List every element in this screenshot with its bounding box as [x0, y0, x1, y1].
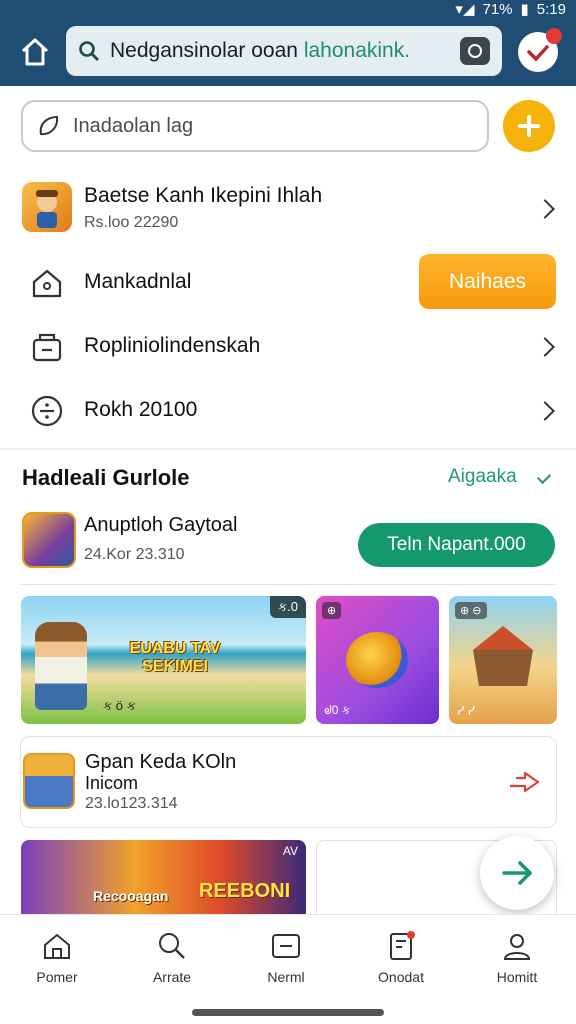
hut-artwork [473, 626, 533, 686]
home-icon [44, 933, 70, 959]
secondary-search-input[interactable]: Inadaolan lag [21, 100, 489, 152]
game-subtitle: 23.lo123.314 [85, 795, 178, 812]
nav-home[interactable]: Pomer [12, 929, 102, 999]
game-tag: Inicom [85, 773, 139, 793]
share-arrow-icon[interactable] [507, 771, 541, 793]
reports-title: Ropliniolindenskah [84, 334, 261, 357]
reports-row[interactable]: Ropliniolindenskah [0, 314, 576, 378]
search-icon [79, 41, 99, 61]
banner-footer: ᖙ0 ક [324, 703, 351, 717]
orange-game-banner[interactable]: ⊕ ⊖ ᓯ ᓯ [449, 596, 557, 724]
status-bar: ▾◢ 71% ▮ 5:19 [0, 0, 576, 18]
nav-messages[interactable]: Nerml [241, 929, 331, 999]
banner-badge: ક.0 [269, 596, 306, 618]
nav-documents-label: Onodat [378, 969, 424, 985]
game-subtitle: 24.Kor 23.310 [84, 546, 185, 563]
rokh-row[interactable]: Rokh 20100 [0, 378, 576, 442]
message-icon [272, 934, 300, 958]
house-icon [22, 258, 72, 308]
section-see-all-link[interactable]: Aigaaka [448, 466, 517, 488]
battery-icon: ▮ [520, 1, 529, 18]
forward-fab[interactable] [480, 836, 554, 910]
nav-search[interactable]: Arrate [127, 929, 217, 999]
nav-profile-label: Homitt [496, 969, 538, 985]
battery-level: 71% [482, 0, 513, 18]
promo-banner[interactable]: AV Recooagan REEBONI [21, 840, 306, 920]
document-icon [390, 931, 415, 960]
market-action-button[interactable]: Naihaes [419, 254, 556, 309]
account-balance: Rs.loo 22290 [84, 214, 179, 231]
row-divider [20, 584, 556, 585]
top-search-bar[interactable]: Nedgansinolar ooan lahonakink. [66, 26, 502, 76]
join-game-button[interactable]: Teln Napant.000 [358, 523, 555, 567]
chevron-right-icon [535, 337, 555, 357]
banner-badge: ⊕ [322, 602, 342, 619]
avatar [22, 182, 72, 232]
arrow-right-icon [502, 861, 532, 885]
camera-scan-icon[interactable] [460, 37, 490, 65]
leaf-icon [39, 115, 59, 136]
search-icon [159, 933, 185, 959]
add-button[interactable] [503, 100, 555, 152]
game-thumbnail [22, 512, 76, 568]
top-search-text: Nedgansinolar ooan lahonakink. [110, 39, 411, 62]
banner-left-text: Recooagan [93, 888, 169, 904]
game-thumbnail [23, 753, 75, 809]
app-bar: Nedgansinolar ooan lahonakink. [0, 18, 576, 86]
home-indicator[interactable] [192, 1009, 384, 1016]
divide-circle-icon [22, 386, 72, 436]
nav-profile[interactable]: Homitt [472, 929, 562, 999]
clock: 5:19 [536, 0, 566, 18]
notification-dot [546, 28, 562, 44]
banner-badge: ⊕ ⊖ [455, 602, 487, 619]
game-name: Anuptloh Gaytoal [84, 514, 238, 536]
game-card[interactable]: Gpan Keda KOln Inicom 23.lo123.314 [20, 736, 557, 828]
home-button[interactable] [18, 35, 52, 69]
signal-icon: ▾◢ [455, 1, 475, 18]
adventurer-character [35, 622, 87, 710]
nav-search-label: Arrate [152, 969, 192, 985]
banner-right-text: REEBONI [199, 880, 291, 902]
banner-footer: ક ö ક [103, 698, 136, 713]
section-title: Hadleali Gurlole [22, 465, 190, 490]
home-icon [21, 38, 49, 66]
banner-tag: AV [282, 844, 298, 858]
banner-footer: ᓯ ᓯ [457, 704, 475, 718]
section-divider [0, 448, 576, 450]
market-title: Mankadnlal [84, 270, 192, 293]
search-placeholder: Inadaolan lag [73, 114, 194, 137]
chevron-down-icon[interactable] [536, 469, 552, 485]
rokh-title: Rokh 20100 [84, 398, 198, 421]
nav-messages-label: Nerml [267, 969, 305, 985]
purple-game-banner[interactable]: ⊕ ᖙ0 ક [316, 596, 439, 724]
box-icon [22, 322, 72, 372]
nav-home-label: Pomer [36, 969, 78, 985]
game-name: Gpan Keda KOln [85, 751, 237, 773]
account-title: Baetse Kanh Ikepini Ihlah [84, 184, 323, 207]
chevron-right-icon [535, 199, 555, 219]
notifications-button[interactable] [518, 28, 562, 72]
treasure-artwork [346, 632, 408, 688]
chevron-right-icon [535, 401, 555, 421]
banner-headline: EUABU TAV SEKIMEI [129, 640, 221, 675]
account-row[interactable]: Baetse Kanh Ikepini Ihlah Rs.loo 22290 [0, 176, 576, 240]
bottom-navigation: Pomer Arrate Nerml Onodat Homitt [0, 914, 576, 1024]
character-avatar-icon [36, 190, 58, 228]
profile-icon [503, 934, 531, 960]
nav-documents[interactable]: Onodat [356, 929, 446, 999]
main-game-banner[interactable]: EUABU TAV SEKIMEI ક.0 ક ö ક [21, 596, 306, 724]
